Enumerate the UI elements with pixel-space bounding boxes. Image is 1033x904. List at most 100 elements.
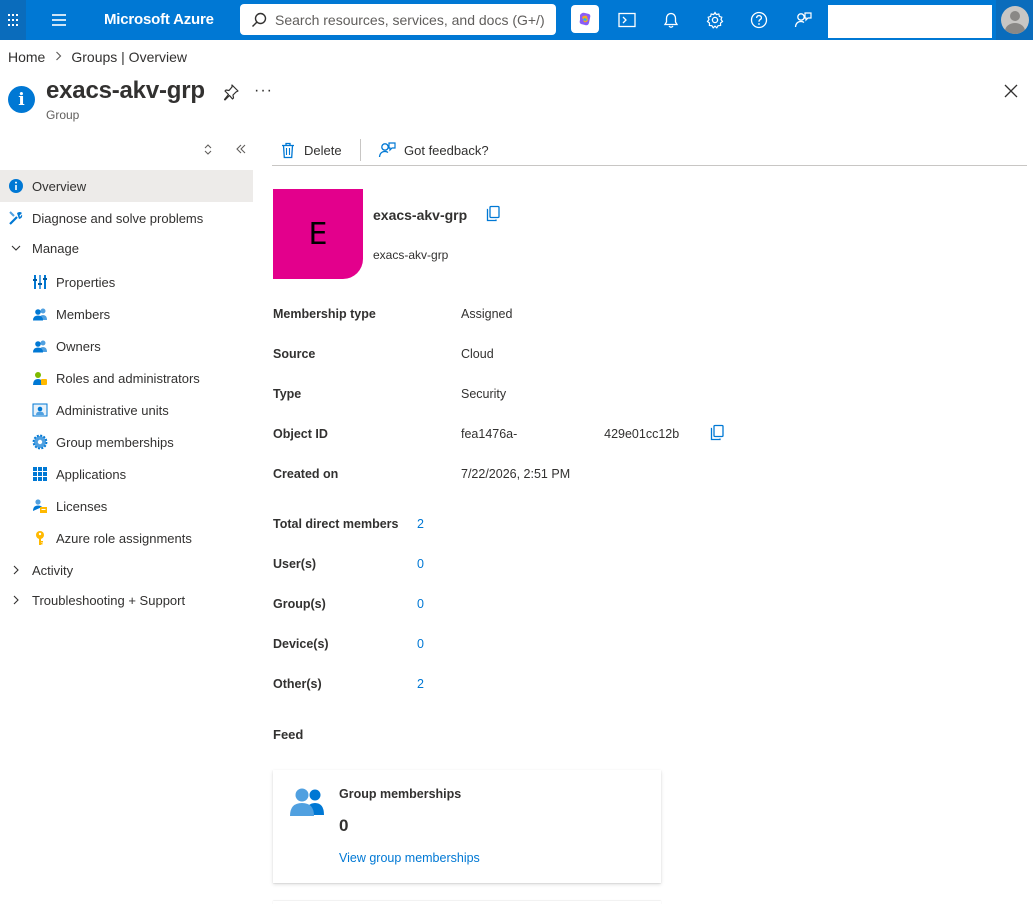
- view-group-memberships-link[interactable]: View group memberships: [339, 851, 480, 865]
- breadcrumb-separator-icon: [55, 51, 62, 64]
- applications-icon: [32, 466, 48, 482]
- copy-object-id-icon[interactable]: [709, 424, 725, 444]
- sidebar-item-applications[interactable]: Applications: [0, 458, 253, 490]
- feedback-button[interactable]: Got feedback?: [378, 139, 489, 161]
- group-members-icon: [288, 786, 326, 821]
- breadcrumb-home[interactable]: Home: [8, 49, 45, 65]
- notifications-icon[interactable]: [657, 6, 685, 34]
- count-value-groups[interactable]: 0: [417, 597, 424, 611]
- trash-icon: [282, 142, 294, 158]
- account-info[interactable]: [828, 5, 992, 38]
- breadcrumb-groups-overview[interactable]: Groups | Overview: [71, 49, 187, 65]
- sidebar-item-label: Administrative units: [56, 402, 169, 418]
- prop-label-object-id: Object ID: [273, 427, 328, 441]
- sidebar-item-label: Manage: [32, 240, 79, 256]
- chevron-right-icon: [8, 562, 24, 578]
- sidebar-item-members[interactable]: Members: [0, 298, 253, 330]
- sidebar-tools: [198, 142, 258, 160]
- prop-value-source: Cloud: [461, 347, 494, 361]
- feedback-person-icon: [378, 142, 396, 158]
- count-value-total[interactable]: 2: [417, 517, 424, 531]
- licenses-icon: [32, 498, 48, 514]
- top-bar: Microsoft Azure: [0, 0, 1033, 40]
- sidebar-item-label: Azure role assignments: [56, 530, 192, 546]
- sidebar-item-label: Licenses: [56, 498, 108, 514]
- sidebar-item-label: Roles and administrators: [56, 370, 200, 386]
- account-avatar[interactable]: [996, 0, 1033, 40]
- sidebar-item-label: Overview: [32, 178, 87, 194]
- sidebar-item-licenses[interactable]: Licenses: [0, 490, 253, 522]
- prop-label-source: Source: [273, 347, 316, 361]
- prop-label-type: Type: [273, 387, 302, 401]
- help-icon[interactable]: [745, 6, 773, 34]
- brand-title[interactable]: Microsoft Azure: [104, 11, 214, 28]
- gear-group-icon: [32, 434, 48, 450]
- breadcrumb: Home Groups | Overview: [8, 49, 187, 65]
- cloud-shell-icon[interactable]: [613, 6, 641, 34]
- feed-card-group-memberships: Group memberships 0 View group membershi…: [273, 770, 661, 883]
- sidebar-item-label: Activity: [32, 562, 74, 578]
- pin-icon[interactable]: [222, 83, 240, 101]
- settings-icon[interactable]: [701, 6, 729, 34]
- sidebar-item-group-memberships[interactable]: Group memberships: [0, 426, 253, 458]
- group-name: exacs-akv-grp: [373, 207, 468, 223]
- feedback-icon[interactable]: [789, 6, 817, 34]
- count-value-users[interactable]: 0: [417, 557, 424, 571]
- chevron-down-icon: [8, 240, 24, 256]
- prop-value-type: Security: [461, 387, 507, 401]
- prop-value-membership-type: Assigned: [461, 307, 513, 321]
- sidebar-item-owners[interactable]: Owners: [0, 330, 253, 362]
- feed-card-value: 0: [339, 816, 349, 835]
- group-info-icon: i: [8, 86, 35, 113]
- members-icon: [32, 306, 48, 322]
- prop-value-created-on: 7/22/2026, 2:51 PM: [461, 467, 571, 481]
- avatar-icon: [1000, 6, 1029, 34]
- count-label-others: Other(s): [273, 677, 322, 691]
- page-title: exacs-akv-grp: [46, 77, 205, 104]
- sidebar-item-label: Group memberships: [56, 434, 174, 450]
- sidebar-group-manage[interactable]: Manage: [0, 234, 253, 262]
- more-options-icon[interactable]: ···: [254, 82, 273, 100]
- delete-label: Delete: [304, 142, 342, 158]
- sidebar-group-activity[interactable]: Activity: [0, 556, 253, 584]
- sidebar-item-roles[interactable]: Roles and administrators: [0, 362, 253, 394]
- feed-card-title: Group memberships: [339, 787, 462, 801]
- properties-icon: [32, 274, 48, 290]
- search-input[interactable]: [275, 11, 545, 28]
- prop-value-object-id: fea1476a- 429e01cc12b: [461, 427, 680, 441]
- collapse-sidebar-icon[interactable]: [235, 142, 247, 159]
- wrench-icon: [8, 210, 24, 226]
- copy-name-icon[interactable]: [485, 205, 501, 225]
- sidebar-item-azure-role-assignments[interactable]: Azure role assignments: [0, 522, 253, 554]
- command-separator: [360, 139, 361, 161]
- count-label-groups: Group(s): [273, 597, 326, 611]
- command-bar: Delete Got feedback?: [272, 134, 1027, 166]
- owners-icon: [32, 338, 48, 354]
- prop-label-membership-type: Membership type: [273, 307, 376, 321]
- delete-button[interactable]: Delete: [280, 139, 342, 161]
- sidebar-item-label: Troubleshooting + Support: [32, 592, 186, 608]
- sidebar-item-label: Owners: [56, 338, 101, 354]
- waffle-icon[interactable]: [0, 0, 26, 40]
- group-subname: exacs-akv-grp: [373, 248, 449, 262]
- copilot-icon[interactable]: [571, 5, 599, 33]
- global-search[interactable]: [240, 4, 556, 35]
- count-value-devices[interactable]: 0: [417, 637, 424, 651]
- sidebar-item-label: Properties: [56, 274, 116, 290]
- sidebar-item-properties[interactable]: Properties: [0, 266, 253, 298]
- sidebar-item-diagnose[interactable]: Diagnose and solve problems: [0, 202, 253, 234]
- count-label-devices: Device(s): [273, 637, 329, 651]
- sidebar-item-admin-units[interactable]: Administrative units: [0, 394, 253, 426]
- sidebar-item-overview[interactable]: Overview: [0, 170, 253, 202]
- sidebar-group-troubleshooting[interactable]: Troubleshooting + Support: [0, 584, 253, 616]
- chevron-right-icon: [8, 592, 24, 608]
- prop-label-created-on: Created on: [273, 467, 339, 481]
- close-icon[interactable]: [1002, 82, 1020, 100]
- key-icon: [32, 530, 48, 546]
- group-avatar-tile: E: [273, 189, 363, 279]
- count-value-others[interactable]: 2: [417, 677, 424, 691]
- feed-title: Feed: [273, 727, 304, 742]
- sidebar-nav: Overview Diagnose and solve problems Man…: [0, 170, 253, 616]
- expand-collapse-all-icon[interactable]: [202, 142, 214, 159]
- hamburger-icon[interactable]: [50, 12, 68, 28]
